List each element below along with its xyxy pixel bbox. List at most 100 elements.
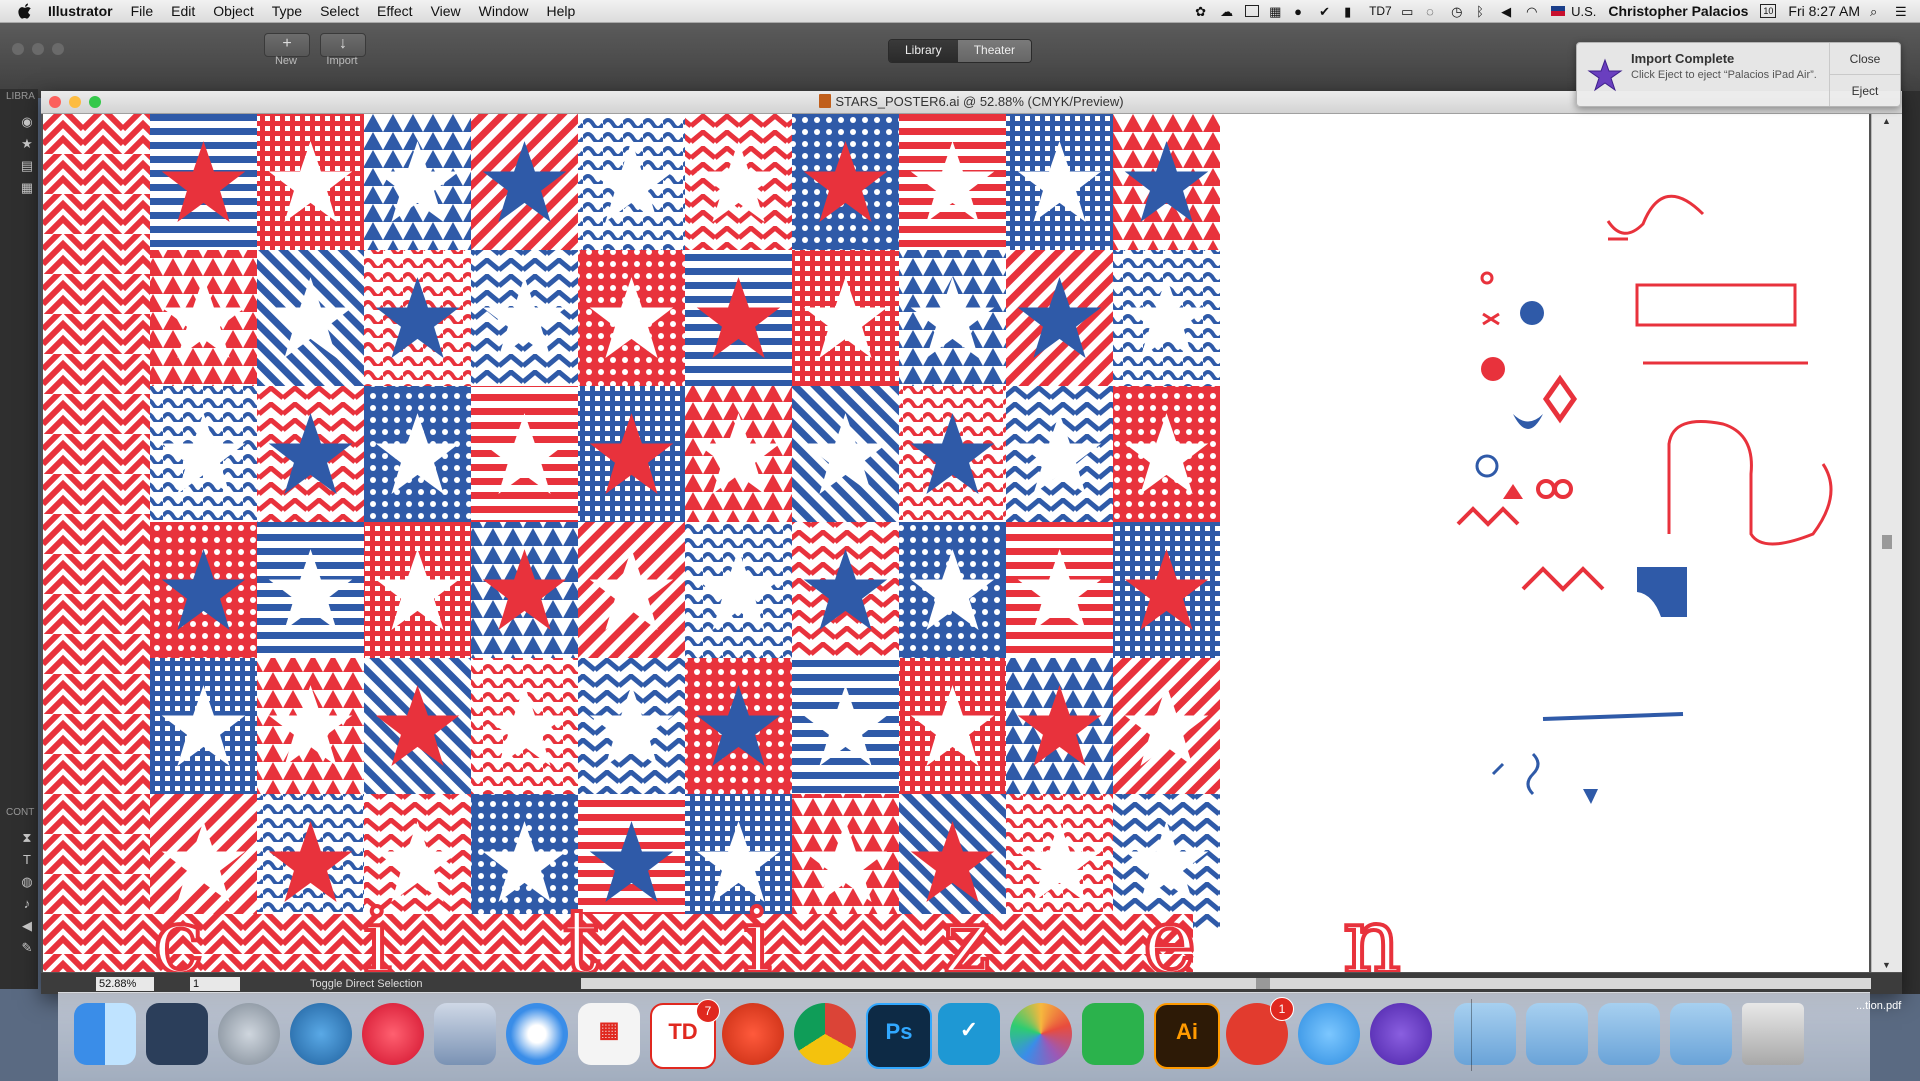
circle-icon[interactable]: ●	[1294, 4, 1309, 19]
imovie-icon[interactable]	[1370, 1003, 1432, 1065]
trash-icon[interactable]	[1742, 1003, 1804, 1065]
poster-tile-grid	[43, 114, 1220, 972]
finder-icon[interactable]	[74, 1003, 136, 1065]
documents-folder-icon[interactable]	[1670, 1003, 1732, 1065]
zoom-window-icon[interactable]	[52, 43, 64, 55]
minimize-doc-icon[interactable]	[69, 96, 81, 108]
globe-icon[interactable]: ◍	[20, 875, 34, 889]
document-status-bar: 52.88% 1 Toggle Direct Selection	[41, 973, 1902, 994]
user-name[interactable]: Christopher Palacios	[1608, 3, 1748, 19]
chat-icon[interactable]: ◌	[1426, 4, 1441, 19]
scroll-up-icon[interactable]: ▲	[1882, 116, 1891, 126]
downloads-folder-icon[interactable]	[1526, 1003, 1588, 1065]
flag-icon[interactable]	[1551, 6, 1566, 16]
grid-view-icon[interactable]: ▦	[20, 181, 34, 195]
music-icon[interactable]: ♪	[20, 897, 34, 911]
new-button[interactable]: +	[264, 33, 310, 57]
messages-icon[interactable]	[1298, 1003, 1360, 1065]
wunderlist-icon[interactable]: 1	[1226, 997, 1294, 1065]
close-doc-icon[interactable]	[49, 96, 61, 108]
clock[interactable]: Fri 8:27 AM	[1788, 3, 1860, 19]
safari-icon[interactable]	[506, 1003, 568, 1065]
library-panel-label: LIBRA	[6, 91, 35, 102]
bookmark-icon[interactable]: ▮	[1344, 4, 1359, 19]
apple-icon[interactable]	[18, 3, 34, 19]
check-icon[interactable]: ✔	[1319, 4, 1334, 19]
poster-letter-n: n	[1343, 889, 1401, 972]
photos-icon[interactable]	[1010, 1003, 1072, 1065]
todoist-menu-icon[interactable]: TD7	[1369, 4, 1392, 19]
airplay-icon[interactable]: ▭	[1401, 4, 1416, 19]
letters-band-background	[43, 914, 1193, 972]
input-source-label[interactable]: U.S.	[1571, 4, 1596, 19]
time-machine-icon[interactable]: ◷	[1451, 4, 1466, 19]
menu-window[interactable]: Window	[479, 3, 529, 19]
menu-effect[interactable]: Effect	[377, 3, 413, 19]
calendar-icon[interactable]: 10	[1760, 4, 1777, 18]
brush-icon[interactable]: ✎	[20, 941, 34, 955]
minimize-window-icon[interactable]	[32, 43, 44, 55]
cloud-icon[interactable]: ☁	[1220, 4, 1235, 19]
wifi-icon[interactable]: ◠	[1526, 4, 1541, 19]
import-button[interactable]: ↓	[320, 33, 366, 57]
zoom-field[interactable]: 52.88%	[96, 976, 154, 991]
transition-icon[interactable]: ⧗	[20, 831, 34, 845]
tools-panel: LIBRA ◉ ★ ▤ ▦ CONT ⧗ T ◍ ♪ ◀ ✎	[0, 89, 38, 989]
butterfly-icon[interactable]: ✿	[1195, 4, 1210, 19]
eject-button[interactable]: Eject	[1830, 75, 1900, 106]
close-window-icon[interactable]	[12, 43, 24, 55]
home-folder-icon[interactable]	[1454, 1003, 1516, 1065]
text-tool-icon[interactable]: T	[20, 853, 34, 867]
horizontal-scroll-thumb[interactable]	[1256, 978, 1270, 989]
desktop-file-label[interactable]: ...tion.pdf	[1856, 1000, 1901, 1012]
horizontal-scrollbar[interactable]	[581, 978, 1871, 989]
vertical-scrollbar[interactable]: ▲ ▼	[1871, 114, 1902, 972]
launchpad-icon[interactable]	[218, 1003, 280, 1065]
mission-control-icon[interactable]	[146, 1003, 208, 1065]
menu-edit[interactable]: Edit	[171, 3, 195, 19]
page-field[interactable]: 1	[190, 976, 240, 991]
theater-tab[interactable]: Theater	[957, 40, 1032, 62]
film-icon[interactable]: ▤	[20, 159, 34, 173]
menu-type[interactable]: Type	[272, 3, 302, 19]
status-text[interactable]: Toggle Direct Selection	[310, 978, 423, 990]
star-icon[interactable]: ★	[20, 137, 34, 151]
todoist-icon[interactable]: TD 7	[650, 999, 720, 1069]
app-menu[interactable]: Illustrator	[48, 3, 113, 19]
photoshop-icon[interactable]: Ps	[866, 1003, 932, 1069]
menu-view[interactable]: View	[431, 3, 461, 19]
menu-help[interactable]: Help	[546, 3, 575, 19]
feedly-icon[interactable]	[1082, 1003, 1144, 1065]
artboard-canvas[interactable]: c i t i z e n	[43, 114, 1869, 972]
menu-select[interactable]: Select	[320, 3, 359, 19]
menu-file[interactable]: File	[131, 3, 154, 19]
tweetbot-icon[interactable]	[290, 1003, 352, 1065]
sound-icon[interactable]: ◀	[20, 919, 34, 933]
volume-icon[interactable]: ◀	[1501, 4, 1516, 19]
status-area: ✿ ☁ ▦ ● ✔ ▮ TD7 ▭ ◌ ◷ ᛒ ◀ ◠ U.S. Christo…	[1185, 0, 1910, 22]
todoist-glyph: TD	[668, 1019, 698, 1044]
camera-icon[interactable]: ◉	[20, 115, 34, 129]
scroll-down-icon[interactable]: ▼	[1882, 960, 1891, 970]
itunes-icon[interactable]	[362, 1003, 424, 1065]
illustrator-icon[interactable]: Ai	[1154, 1003, 1220, 1069]
chrome-icon[interactable]	[794, 1003, 856, 1065]
menu-object[interactable]: Object	[213, 3, 253, 19]
bluetooth-icon[interactable]: ᛒ	[1476, 4, 1491, 19]
window-icon[interactable]	[1245, 5, 1260, 17]
app-grid-icon[interactable]: ▦	[578, 1003, 640, 1065]
grid-icon[interactable]: ▦	[1269, 4, 1284, 19]
zoom-doc-icon[interactable]	[89, 96, 101, 108]
library-tab[interactable]: Library	[889, 40, 958, 62]
document-title: STARS_POSTER6.ai @ 52.88% (CMYK/Preview)	[835, 94, 1124, 109]
vertical-scroll-thumb[interactable]	[1882, 535, 1892, 549]
poster-letter-t: t	[563, 889, 599, 972]
notification-center-icon[interactable]: ☰	[1895, 4, 1910, 19]
close-button[interactable]: Close	[1830, 43, 1900, 75]
checkmark-app-icon[interactable]: ✓	[938, 1003, 1000, 1065]
folder-icon[interactable]	[1598, 1003, 1660, 1065]
spotlight-icon[interactable]: ⌕	[1870, 4, 1885, 19]
menu-bar: Illustrator File Edit Object Type Select…	[0, 0, 1920, 23]
tomato-icon[interactable]	[722, 1003, 784, 1065]
preview-icon[interactable]	[434, 1003, 496, 1065]
